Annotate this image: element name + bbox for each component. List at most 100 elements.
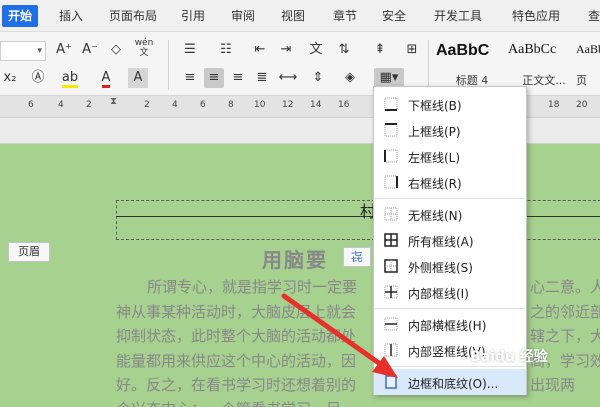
menu-item-label: 内部框线(I): [408, 287, 469, 301]
menu-separator: [375, 308, 525, 309]
layout-options-icon[interactable]: 㐂: [343, 247, 371, 267]
borders-and-shading-icon: [385, 375, 397, 389]
paragraph-line: 神从事某种活动时，大脑皮层上就会: [116, 303, 357, 321]
style-preview: AaBbC: [436, 42, 490, 59]
watermark: Baidu 经验: [470, 349, 548, 365]
text-effect-icon[interactable]: Ⓐ: [28, 68, 48, 88]
menu-item-border-none[interactable]: 无框线(N): [374, 201, 526, 227]
toolbar-divider: [168, 40, 169, 90]
line-spacing-icon[interactable]: ⇞: [370, 40, 390, 60]
border-outside-icon: [384, 259, 398, 273]
menu-item-label: 左框线(L): [408, 151, 461, 165]
highlight-color-icon[interactable]: ab: [60, 68, 80, 88]
grow-font-icon[interactable]: A⁺: [54, 40, 74, 60]
menu-item-label: 边框和底纹(O)...: [408, 377, 499, 391]
style-page[interactable]: AaBb 页: [576, 38, 600, 92]
menu-separator: [375, 198, 525, 199]
tab-insert[interactable]: 插入: [57, 5, 85, 27]
font-color-icon[interactable]: A: [96, 68, 116, 88]
indent-marker-icon[interactable]: ⧗: [110, 96, 117, 107]
header-region[interactable]: [116, 200, 600, 240]
paragraph-line: 所谓专心，就是指学习时一定要: [147, 278, 358, 296]
border-inside-vertical-icon: [384, 343, 398, 357]
menu-item-border-outside[interactable]: 外侧框线(S): [374, 253, 526, 279]
menu-item-label: 右框线(R): [408, 177, 462, 191]
paragraph-spacing-icon[interactable]: ⇕: [308, 68, 328, 88]
distributed-align-icon[interactable]: ⟷: [278, 68, 298, 88]
ruler-mark: 12: [282, 100, 294, 110]
tab-page-layout[interactable]: 页面布局: [107, 5, 159, 27]
menu-item-border-bottom[interactable]: 下框线(B): [374, 91, 526, 117]
border-all-icon: [384, 233, 398, 247]
justify-icon[interactable]: ≣: [252, 68, 272, 88]
border-dropdown-icon[interactable]: ▦▾: [374, 68, 404, 88]
paragraph-fragment: 出现两: [530, 376, 576, 394]
ruler-mark: 8: [228, 100, 234, 110]
tab-security[interactable]: 安全: [380, 5, 408, 27]
menu-item-border-left[interactable]: 左框线(L): [374, 143, 526, 169]
phonetic-guide-icon[interactable]: wén 文: [134, 38, 154, 58]
paragraph-line: 能量都用来供应这个中心的活动，因: [116, 352, 357, 370]
menu-item-label: 无框线(N): [408, 209, 463, 223]
border-none-icon: [384, 207, 398, 221]
header-underline: [116, 216, 600, 217]
ribbon-tab-bar: 开始 插入 页面布局 引用 审阅 视图 章节 安全 开发工具 特色应用 查: [0, 0, 600, 32]
style-body-text[interactable]: AaBbCc 正文文...: [508, 38, 580, 92]
menu-separator: [375, 366, 525, 367]
ruler-mark: 2: [86, 100, 92, 110]
ruler-mark: 16: [338, 100, 350, 110]
sort-icon[interactable]: ⇅: [334, 40, 354, 60]
border-inside-icon: [384, 285, 398, 299]
paragraph-line: 好。反之，在看书学习时还想着别的: [116, 376, 357, 394]
tab-review[interactable]: 审阅: [229, 5, 257, 27]
character-shading-icon[interactable]: A: [128, 68, 148, 88]
menu-item-border-right[interactable]: 右框线(R): [374, 169, 526, 195]
border-left-icon: [384, 149, 398, 163]
show-marks-icon[interactable]: ⊞: [402, 40, 422, 60]
header-badge[interactable]: 页眉: [8, 242, 50, 262]
ruler-mark: 6: [200, 100, 206, 110]
subscript-icon[interactable]: x₂: [0, 68, 20, 88]
tab-special-apps[interactable]: 特色应用: [510, 5, 562, 27]
ruler-mark: 4: [58, 100, 64, 110]
paragraph-line: 个兴奋中心：一个管看书学习，另一: [116, 398, 356, 407]
decrease-indent-icon[interactable]: ⇤: [250, 40, 270, 60]
border-inside-horizontal-icon: [384, 317, 398, 331]
ruler-mark: 18: [548, 100, 560, 110]
menu-item-border-inside-horizontal[interactable]: 内部横框线(H): [374, 311, 526, 337]
ruler-mark: 4: [172, 100, 178, 110]
font-size-dropdown[interactable]: ▾: [0, 41, 46, 61]
menu-item-border-all[interactable]: 所有框线(A): [374, 227, 526, 253]
shading-fill-icon[interactable]: ◈: [340, 68, 360, 88]
tab-references[interactable]: 引用: [179, 5, 207, 27]
menu-item-label: 所有框线(A): [408, 235, 474, 249]
tab-view[interactable]: 视图: [279, 5, 307, 27]
toolbar-divider: [428, 40, 429, 90]
menu-item-borders-and-shading[interactable]: 边框和底纹(O)...: [374, 369, 526, 395]
align-right-icon[interactable]: ≡: [228, 68, 248, 88]
menu-item-border-top[interactable]: 上框线(P): [374, 117, 526, 143]
style-heading-4[interactable]: AaBbC 标题 4: [436, 38, 508, 92]
align-left-icon[interactable]: ≡: [180, 68, 200, 88]
chinese-layout-icon[interactable]: 文: [306, 40, 326, 60]
menu-item-border-inside[interactable]: 内部框线(I): [374, 279, 526, 305]
tab-home[interactable]: 开始: [2, 5, 39, 27]
menu-item-label: 内部横框线(H): [408, 319, 487, 333]
ruler-mark: 10: [254, 100, 266, 110]
border-top-icon: [384, 123, 398, 137]
menu-item-label: 外侧框线(S): [408, 261, 473, 275]
shrink-font-icon[interactable]: A⁻: [80, 40, 100, 60]
tab-chapter[interactable]: 章节: [331, 5, 359, 27]
ruler-mark: 14: [310, 100, 322, 110]
border-bottom-icon: [384, 97, 398, 111]
tab-search[interactable]: 查: [586, 5, 600, 27]
bullet-list-icon[interactable]: ☰: [180, 40, 200, 60]
align-center-icon[interactable]: ≡: [204, 68, 224, 88]
clear-format-icon[interactable]: ◇: [106, 40, 126, 60]
increase-indent-icon[interactable]: ⇥: [276, 40, 296, 60]
numbered-list-icon[interactable]: ☷: [216, 40, 236, 60]
ruler-mark: 20: [576, 100, 588, 110]
menu-item-label: 上框线(P): [408, 125, 461, 139]
border-right-icon: [384, 175, 398, 189]
tab-developer-tools[interactable]: 开发工具: [432, 5, 484, 27]
